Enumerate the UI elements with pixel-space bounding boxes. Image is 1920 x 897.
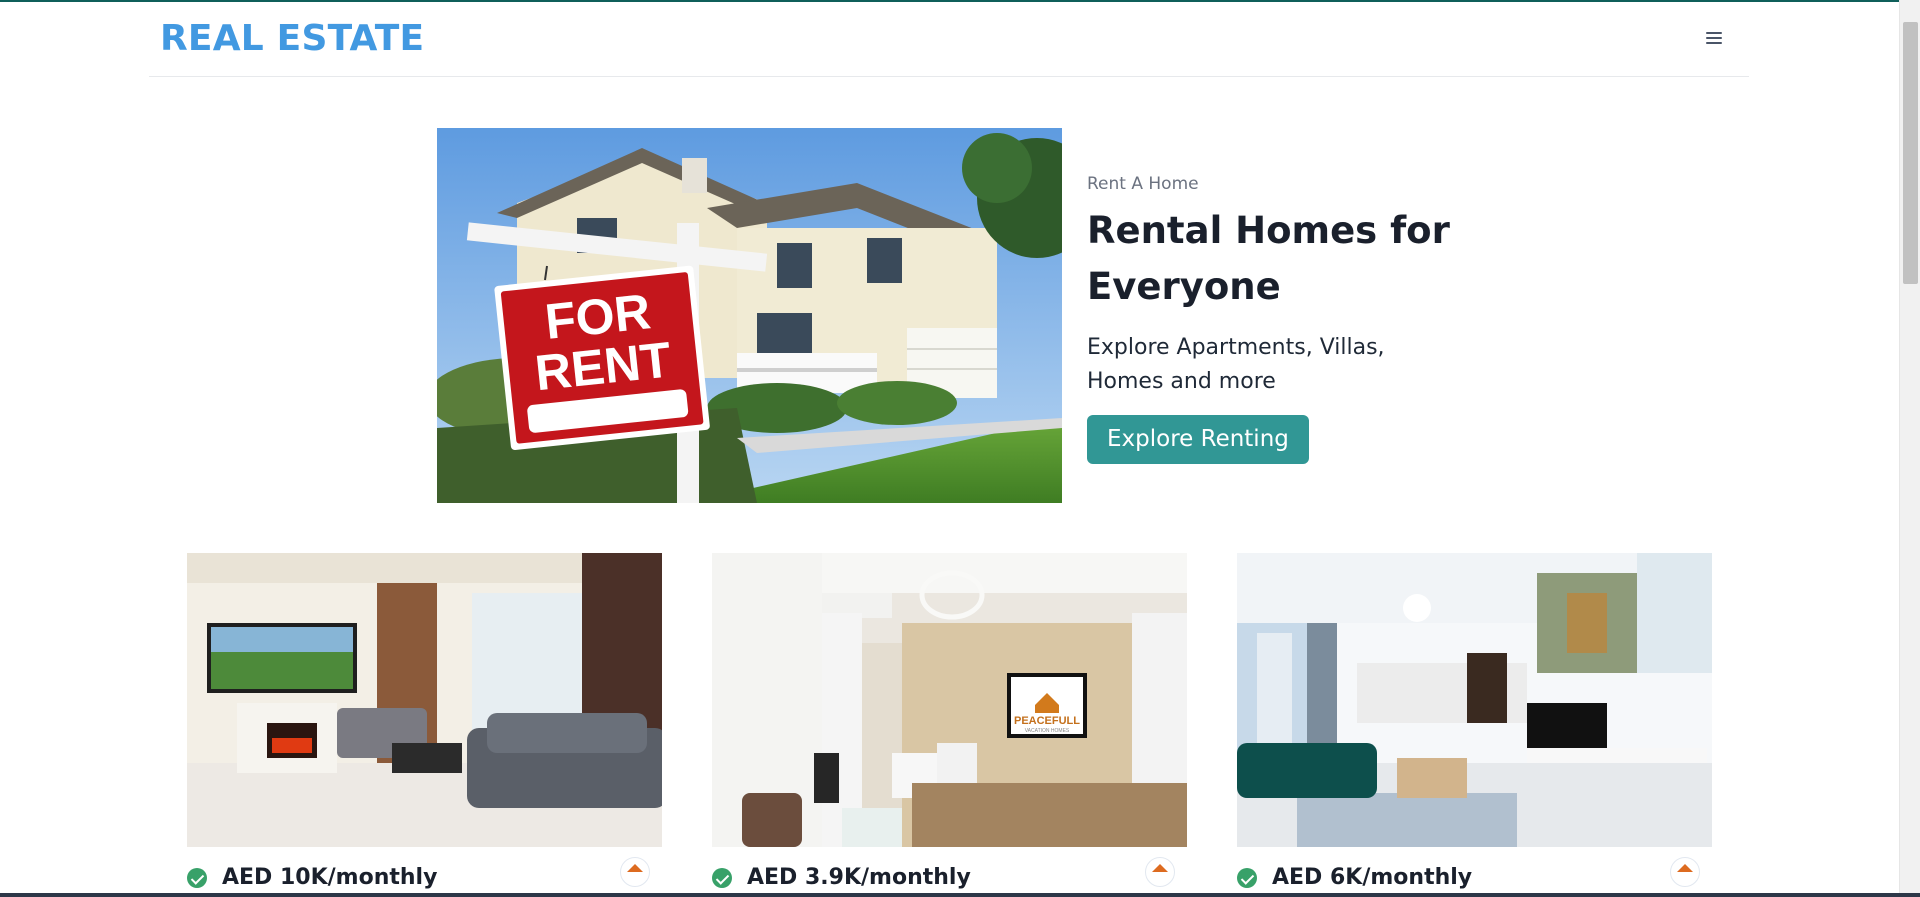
listing-price: AED 3.9K/monthly bbox=[747, 865, 971, 890]
check-circle-icon bbox=[187, 868, 207, 888]
listing-image[interactable] bbox=[187, 553, 662, 847]
listing-image[interactable]: PEACEFULL VACATION HOMES bbox=[712, 553, 1187, 847]
hero-text-block: Rent A Home Rental Homes for Everyone Ex… bbox=[1087, 174, 1467, 464]
hero-subtitle: Explore Apartments, Villas, Homes and mo… bbox=[1087, 335, 1385, 394]
tv-brand-text: PEACEFULL bbox=[1014, 715, 1080, 727]
agency-logo-icon bbox=[1670, 857, 1700, 887]
hero-image: FOR RENT bbox=[437, 128, 1062, 503]
hero-title-line1: Rental Homes for bbox=[1087, 209, 1450, 252]
bottom-edge-bar bbox=[0, 893, 1920, 897]
hero-title: Rental Homes for Everyone bbox=[1087, 203, 1467, 315]
agency-logo-icon bbox=[1145, 857, 1175, 887]
check-circle-icon bbox=[712, 868, 732, 888]
listing-price: AED 10K/monthly bbox=[222, 865, 438, 890]
listing-card[interactable]: AED 10K/monthly bbox=[187, 553, 662, 897]
brand-logo[interactable]: REAL ESTATE bbox=[160, 18, 424, 59]
explore-renting-button[interactable]: Explore Renting bbox=[1087, 415, 1309, 464]
menu-line bbox=[1706, 42, 1722, 44]
agency-logo-icon bbox=[620, 857, 650, 887]
menu-line bbox=[1706, 37, 1722, 39]
tv-tagline-text: VACATION HOMES bbox=[1025, 728, 1070, 734]
listing-card[interactable]: AED 6K/monthly bbox=[1237, 553, 1712, 897]
check-circle-icon bbox=[1237, 868, 1257, 888]
listing-price: AED 6K/monthly bbox=[1272, 865, 1473, 890]
hamburger-menu-icon[interactable] bbox=[1705, 30, 1723, 46]
page-scrollbar[interactable] bbox=[1899, 0, 1920, 897]
listing-image[interactable] bbox=[1237, 553, 1712, 847]
listing-card[interactable]: PEACEFULL VACATION HOMES AED 3.9K/monthl… bbox=[712, 553, 1187, 897]
menu-line bbox=[1706, 32, 1722, 34]
site-header: REAL ESTATE bbox=[149, 2, 1749, 77]
scrollbar-thumb[interactable] bbox=[1903, 22, 1918, 284]
hero-title-line2: Everyone bbox=[1087, 265, 1281, 308]
hero-eyebrow: Rent A Home bbox=[1087, 174, 1199, 194]
